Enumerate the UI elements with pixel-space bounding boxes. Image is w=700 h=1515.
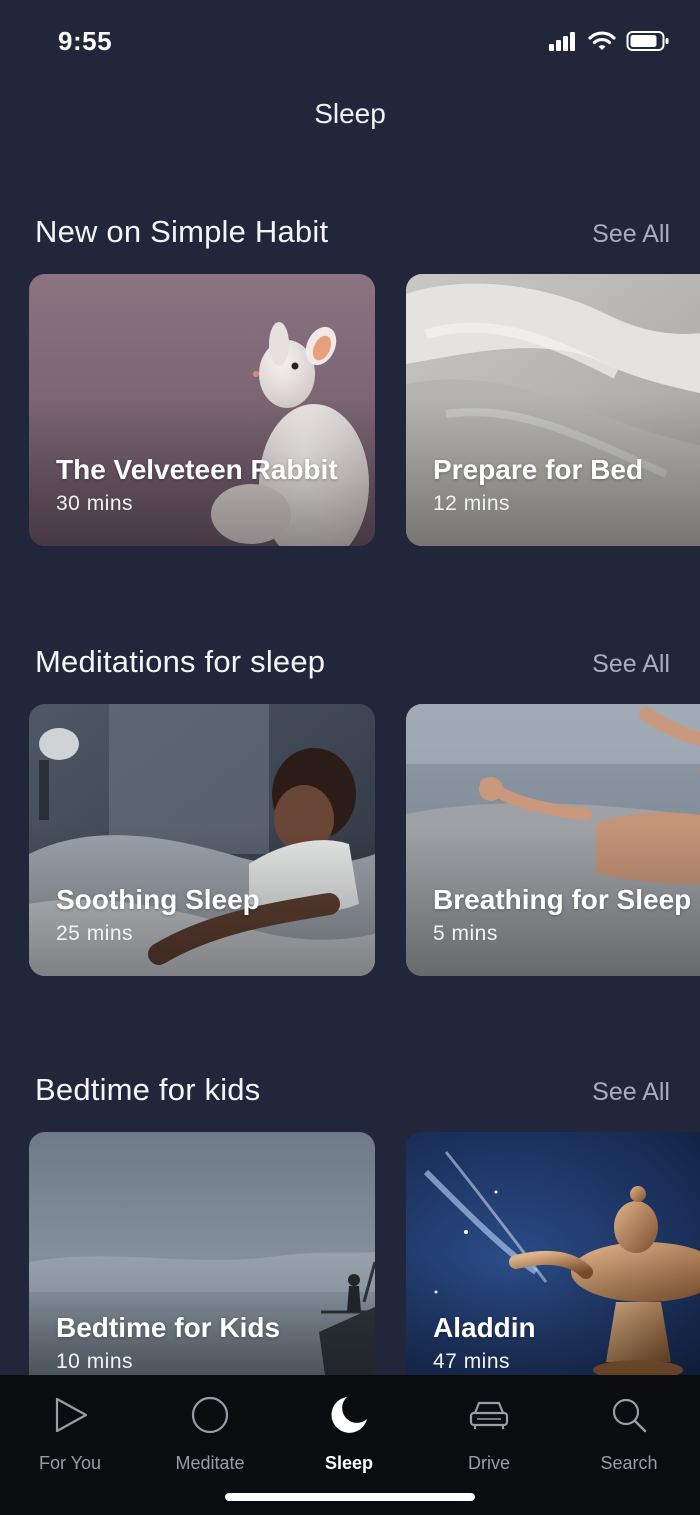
status-icons (548, 30, 670, 52)
sleep-screen: 9:55 Sleep New on Simple Habit See All T… (0, 0, 700, 1515)
card-title: Aladdin (433, 1312, 536, 1343)
wifi-icon (588, 31, 616, 50)
home-indicator (225, 1493, 475, 1501)
cellular-signal-icon (549, 32, 575, 51)
card-duration: 10 mins (56, 1350, 134, 1373)
see-all-link[interactable]: See All (592, 1078, 670, 1107)
section-new-on-simple-habit: New on Simple Habit See All The Velvetee… (0, 206, 700, 546)
card-title: Breathing for Sleep (433, 884, 692, 915)
card-title: Bedtime for Kids (56, 1312, 281, 1343)
search-icon (612, 1398, 647, 1433)
tab-label: Sleep (324, 1453, 374, 1473)
card-carousel[interactable]: Bedtime for Kids 10 mins Aladdin 47 mins (29, 1132, 700, 1404)
card-carousel[interactable]: Soothing Sleep 25 mins Breathing for Sle… (29, 704, 700, 976)
tab-meditate[interactable]: Meditate (150, 1393, 270, 1483)
card-bedtime-for-kids[interactable]: Bedtime for Kids 10 mins (29, 1132, 375, 1404)
section-header: Meditations for sleep See All (0, 636, 700, 696)
tab-sleep[interactable]: Sleep (289, 1393, 409, 1483)
page-title: Sleep (314, 98, 386, 129)
section-header: Bedtime for kids See All (0, 1064, 700, 1124)
moon-icon (331, 1397, 367, 1433)
car-icon (469, 1401, 509, 1429)
tab-search[interactable]: Search (569, 1393, 689, 1483)
tab-for-you[interactable]: For You (10, 1393, 130, 1483)
status-bar: 9:55 (0, 0, 700, 84)
card-velveteen-rabbit[interactable]: The Velveteen Rabbit 30 mins (29, 274, 375, 546)
card-duration: 5 mins (433, 922, 498, 945)
section-title: Bedtime for kids (35, 1072, 261, 1107)
card-title: The Velveteen Rabbit (56, 454, 338, 485)
card-duration: 25 mins (56, 922, 134, 945)
tab-label: For You (38, 1453, 102, 1473)
card-carousel[interactable]: The Velveteen Rabbit 30 mins Prepare for… (29, 274, 700, 546)
card-prepare-for-bed[interactable]: Prepare for Bed 12 mins (406, 274, 700, 546)
see-all-link[interactable]: See All (592, 220, 670, 249)
section-title: New on Simple Habit (35, 214, 329, 249)
section-bedtime-for-kids: Bedtime for kids See All Bedtime for Kid… (0, 1064, 700, 1404)
see-all-link[interactable]: See All (592, 650, 670, 679)
section-meditations-for-sleep: Meditations for sleep See All Soothing S… (0, 636, 700, 976)
card-aladdin[interactable]: Aladdin 47 mins (406, 1132, 700, 1404)
card-duration: 47 mins (433, 1350, 511, 1373)
card-duration: 12 mins (433, 492, 511, 515)
tab-label: Meditate (175, 1453, 245, 1473)
play-icon (55, 1397, 88, 1433)
card-duration: 30 mins (56, 492, 134, 515)
section-header: New on Simple Habit See All (0, 206, 700, 266)
card-title: Prepare for Bed (433, 454, 644, 485)
section-title: Meditations for sleep (35, 644, 326, 679)
status-time: 9:55 (58, 26, 113, 56)
card-breathing-for-sleep[interactable]: Breathing for Sleep 5 mins (406, 704, 700, 976)
card-soothing-sleep[interactable]: Soothing Sleep 25 mins (29, 704, 375, 976)
tab-label: Search (600, 1453, 658, 1473)
card-title: Soothing Sleep (56, 884, 260, 915)
tab-drive[interactable]: Drive (429, 1393, 549, 1483)
circle-icon (191, 1396, 229, 1434)
tab-label: Drive (467, 1453, 510, 1473)
battery-icon (626, 31, 669, 51)
